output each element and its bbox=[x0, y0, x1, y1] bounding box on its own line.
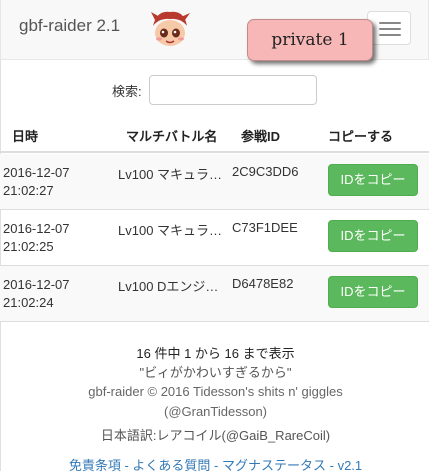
hamburger-icon bbox=[379, 22, 401, 24]
row-time: 21:02:27 bbox=[3, 183, 54, 198]
row-battle-id: C73F1DEE bbox=[232, 220, 298, 235]
row-battle-id: D6478E82 bbox=[232, 276, 294, 291]
row-battle-id: 2C9C3DD6 bbox=[232, 164, 299, 179]
private-badge[interactable]: private 1 bbox=[247, 19, 373, 61]
row-battle-name: Lv100 マキュラ・マリウス bbox=[118, 223, 228, 238]
row-datetime: 2016-12-07 21:02:24 bbox=[3, 276, 70, 312]
table-header-divider bbox=[0, 151, 429, 153]
footer-translation-credit[interactable]: 日本語訳:レアコイル(@GaiB_RareCoil) bbox=[0, 425, 431, 444]
table-row: 2016-12-07 21:02:24 Lv100 Dエンジェル・オリヴィエ D… bbox=[0, 266, 429, 322]
row-date: 2016-12-07 bbox=[3, 221, 70, 236]
table-info: 16 件中 1 から 16 まで表示 bbox=[136, 346, 295, 361]
row-time: 21:02:25 bbox=[3, 239, 54, 254]
search-input[interactable] bbox=[149, 75, 317, 105]
copy-id-button[interactable]: IDをコピー bbox=[328, 164, 418, 196]
column-header-copy[interactable]: コピーする bbox=[328, 126, 393, 145]
hamburger-icon bbox=[379, 34, 401, 36]
row-datetime: 2016-12-07 21:02:25 bbox=[3, 220, 70, 256]
brand-title[interactable]: gbf-raider 2.1 bbox=[19, 16, 120, 36]
table-row: 2016-12-07 21:02:25 Lv100 マキュラ・マリウス C73F… bbox=[0, 210, 429, 266]
table-row: 2016-12-07 21:02:27 Lv100 マキュラ・マリウス 2C9C… bbox=[0, 154, 429, 210]
footer-quote: "ビィがかわいすぎるから" bbox=[139, 365, 292, 380]
search-label: 検索: bbox=[112, 84, 142, 99]
row-date: 2016-12-07 bbox=[3, 165, 70, 180]
row-datetime: 2016-12-07 21:02:27 bbox=[3, 164, 70, 200]
hamburger-icon bbox=[379, 28, 401, 30]
column-header-battle-id[interactable]: 参戦ID bbox=[241, 126, 280, 145]
footer-copyright: gbf-raider © 2016 Tidesson's shits n' gi… bbox=[88, 384, 343, 399]
menu-toggle-button[interactable] bbox=[367, 11, 411, 45]
mascot-icon bbox=[151, 11, 190, 46]
row-battle-name: Lv100 マキュラ・マリウス bbox=[118, 167, 228, 182]
column-header-battle-name[interactable]: マルチバトル名 bbox=[126, 126, 217, 145]
footer-twitter-handle[interactable]: (@GranTidesson) bbox=[0, 404, 431, 419]
row-battle-name: Lv100 Dエンジェル・オリヴィエ bbox=[118, 279, 228, 294]
copy-id-button[interactable]: IDをコピー bbox=[328, 220, 418, 252]
copy-id-button[interactable]: IDをコピー bbox=[328, 276, 418, 308]
footer-links: 免責条項 - よくある質問 - マグナステータス - v2.1 bbox=[0, 455, 431, 474]
row-time: 21:02:24 bbox=[3, 295, 54, 310]
column-header-datetime[interactable]: 日時 bbox=[12, 126, 38, 145]
row-date: 2016-12-07 bbox=[3, 277, 70, 292]
